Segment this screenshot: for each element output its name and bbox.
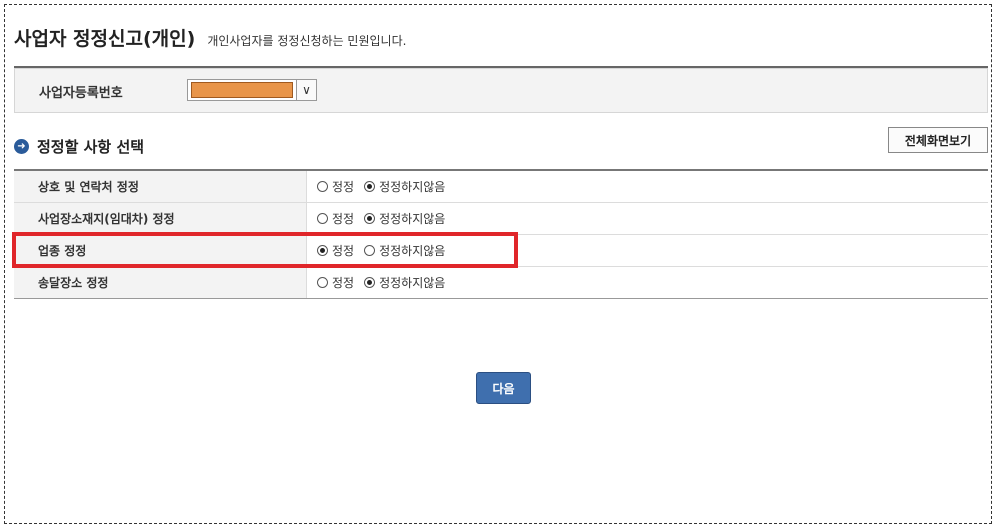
row-label: 업종 정정 xyxy=(14,235,307,266)
row-label: 사업장소재지(임대차) 정정 xyxy=(14,203,307,234)
option-label: 정정 xyxy=(332,276,355,290)
option-label: 정정하지않음 xyxy=(379,212,446,226)
redaction-mask xyxy=(191,82,293,98)
option-label: 정정하지않음 xyxy=(379,244,446,258)
arrow-bullet-icon: ➜ xyxy=(14,139,29,154)
radio-correct[interactable] xyxy=(317,213,328,224)
registration-number-select[interactable]: ∨ xyxy=(187,79,317,101)
section-title: 정정할 사항 선택 xyxy=(37,138,145,156)
row-label: 송달장소 정정 xyxy=(14,267,307,298)
option-label: 정정하지않음 xyxy=(379,180,446,194)
radio-correct[interactable] xyxy=(317,277,328,288)
option-no-correct[interactable]: 정정하지않음 xyxy=(364,242,445,259)
correction-table: 상호 및 연락처 정정 정정 정정하지않음 사업장소재지(임대차) 정정 정정 … xyxy=(14,169,988,299)
option-no-correct[interactable]: 정정하지않음 xyxy=(364,210,445,227)
radio-no-correct[interactable] xyxy=(364,277,376,288)
option-label: 정정하지않음 xyxy=(379,276,446,290)
option-correct[interactable]: 정정 xyxy=(317,178,354,195)
radio-group: 정정 정정하지않음 xyxy=(307,171,988,202)
option-correct[interactable]: 정정 xyxy=(317,274,354,291)
page-subtitle: 개인사업자를 정정신청하는 민원입니다. xyxy=(207,34,407,48)
page-header: 사업자 정정신고(개인) 개인사업자를 정정신청하는 민원입니다. xyxy=(14,24,406,51)
next-button[interactable]: 다음 xyxy=(476,372,531,404)
option-no-correct[interactable]: 정정하지않음 xyxy=(364,274,445,291)
radio-no-correct[interactable] xyxy=(364,181,376,192)
radio-correct[interactable] xyxy=(317,245,328,256)
registration-panel: 사업자등록번호 ∨ xyxy=(14,68,988,113)
option-label: 정정 xyxy=(332,212,355,226)
option-no-correct[interactable]: 정정하지않음 xyxy=(364,178,445,195)
radio-group: 정정 정정하지않음 xyxy=(307,235,988,266)
radio-group: 정정 정정하지않음 xyxy=(307,203,988,234)
radio-no-correct[interactable] xyxy=(364,213,376,224)
option-correct[interactable]: 정정 xyxy=(317,210,354,227)
fullscreen-button[interactable]: 전체화면보기 xyxy=(888,127,988,153)
radio-no-correct[interactable] xyxy=(364,245,376,256)
chevron-down-icon[interactable]: ∨ xyxy=(297,79,317,101)
table-row: 상호 및 연락처 정정 정정 정정하지않음 xyxy=(14,171,988,203)
table-row: 송달장소 정정 정정 정정하지않음 xyxy=(14,267,988,299)
registration-label: 사업자등록번호 xyxy=(39,86,123,101)
option-correct[interactable]: 정정 xyxy=(317,242,354,259)
option-label: 정정 xyxy=(332,244,355,258)
option-label: 정정 xyxy=(332,180,355,194)
row-label: 상호 및 연락처 정정 xyxy=(14,171,307,202)
registration-value-field[interactable] xyxy=(187,79,297,101)
radio-correct[interactable] xyxy=(317,181,328,192)
radio-group: 정정 정정하지않음 xyxy=(307,267,988,298)
table-row: 업종 정정 정정 정정하지않음 xyxy=(14,235,988,267)
section-header: ➜ 정정할 사항 선택 xyxy=(14,136,144,157)
page-title: 사업자 정정신고(개인) xyxy=(14,28,196,50)
table-row: 사업장소재지(임대차) 정정 정정 정정하지않음 xyxy=(14,203,988,235)
